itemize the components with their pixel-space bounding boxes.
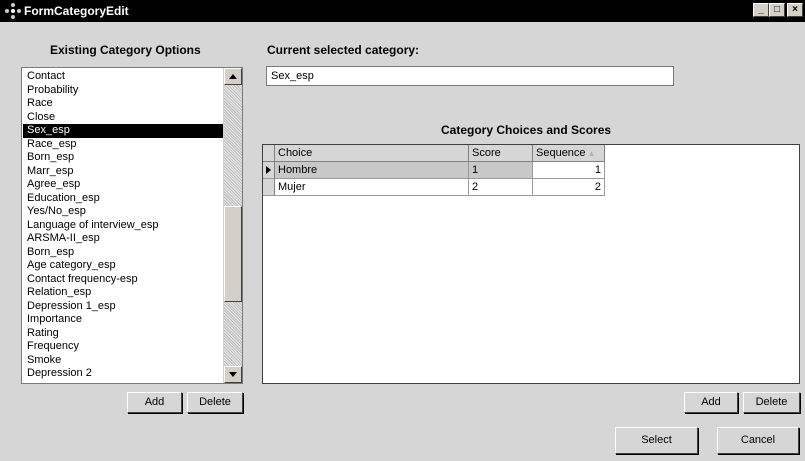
choice-cell[interactable]: Hombre xyxy=(275,162,469,179)
scroll-up-button[interactable] xyxy=(224,68,242,85)
list-item[interactable]: Relation_esp xyxy=(23,286,225,300)
existing-options-heading: Existing Category Options xyxy=(50,43,201,57)
score-cell[interactable]: 1 xyxy=(469,162,533,179)
list-item[interactable]: Close xyxy=(23,111,225,125)
list-item[interactable]: Race_esp xyxy=(23,138,225,152)
select-button[interactable]: Select xyxy=(615,427,698,454)
current-category-label: Current selected category: xyxy=(267,43,420,57)
list-item[interactable]: Depression 2 xyxy=(23,367,225,381)
delete-category-button[interactable]: Delete xyxy=(187,392,243,413)
add-choice-button[interactable]: Add xyxy=(684,392,738,413)
row-pointer-icon xyxy=(266,166,271,174)
column-header-sequence[interactable]: Sequence ▲ xyxy=(533,145,605,162)
sequence-header-label: Sequence xyxy=(536,147,586,159)
column-header-score[interactable]: Score xyxy=(469,145,533,162)
sort-ascending-icon: ▲ xyxy=(587,149,596,158)
list-item[interactable]: Depression 1_esp xyxy=(23,300,225,314)
category-options-list[interactable]: Contact Probability Race Close Sex_esp Race_e… xyxy=(21,67,243,384)
list-item[interactable]: Agree_esp xyxy=(23,178,225,192)
list-item[interactable]: Language of interview_esp xyxy=(23,219,225,233)
list-item[interactable]: Race xyxy=(23,97,225,111)
title-bar: FormCategoryEdit _ □ × xyxy=(0,0,805,22)
sequence-cell[interactable]: 2 xyxy=(533,179,605,196)
list-item[interactable]: Frequency xyxy=(23,340,225,354)
list-scrollbar[interactable] xyxy=(223,68,242,383)
arrow-up-icon xyxy=(229,74,237,79)
arrow-down-icon xyxy=(229,372,237,377)
choices-grid[interactable]: Choice Score Sequence ▲ Hombre 1 1 Mujer … xyxy=(262,144,800,384)
window-title: FormCategoryEdit xyxy=(24,4,129,18)
list-item[interactable]: Contact frequency-esp xyxy=(23,273,225,287)
row-header xyxy=(263,179,275,196)
scroll-thumb[interactable] xyxy=(224,206,242,302)
list-item[interactable]: Yes/No_esp xyxy=(23,205,225,219)
app-icon xyxy=(5,3,21,19)
choice-cell[interactable]: Mujer xyxy=(275,179,469,196)
scroll-down-button[interactable] xyxy=(224,366,242,383)
list-item[interactable]: Contact xyxy=(23,70,225,84)
list-item[interactable]: ARSMA-II_esp xyxy=(23,232,225,246)
grid-title: Category Choices and Scores xyxy=(441,123,612,137)
grid-header-row: Choice Score Sequence ▲ xyxy=(263,145,605,162)
list-item[interactable]: Sex_esp xyxy=(23,124,225,138)
row-header-corner xyxy=(263,145,275,162)
sequence-cell[interactable]: 1 xyxy=(533,162,605,179)
current-row-indicator xyxy=(263,162,275,179)
delete-choice-button[interactable]: Delete xyxy=(743,392,800,413)
table-row[interactable]: Hombre 1 1 xyxy=(263,162,605,179)
minimize-icon[interactable]: _ xyxy=(753,3,769,17)
maximize-icon[interactable]: □ xyxy=(769,3,785,17)
close-icon[interactable]: × xyxy=(787,3,803,17)
list-item[interactable]: Age category_esp xyxy=(23,259,225,273)
list-item[interactable]: Born_esp xyxy=(23,151,225,165)
score-cell[interactable]: 2 xyxy=(469,179,533,196)
list-item[interactable]: Rating xyxy=(23,327,225,341)
list-item[interactable]: Probability xyxy=(23,84,225,98)
add-category-button[interactable]: Add xyxy=(127,392,182,413)
list-item[interactable]: Marr_esp xyxy=(23,165,225,179)
column-header-choice[interactable]: Choice xyxy=(275,145,469,162)
list-item[interactable]: Smoke xyxy=(23,354,225,368)
current-category-field[interactable]: Sex_esp xyxy=(266,66,674,86)
list-item[interactable]: Importance xyxy=(23,313,225,327)
table-row[interactable]: Mujer 2 2 xyxy=(263,179,605,196)
list-item[interactable]: Education_esp xyxy=(23,192,225,206)
cancel-button[interactable]: Cancel xyxy=(717,427,799,454)
list-item[interactable]: Born_esp xyxy=(23,246,225,260)
